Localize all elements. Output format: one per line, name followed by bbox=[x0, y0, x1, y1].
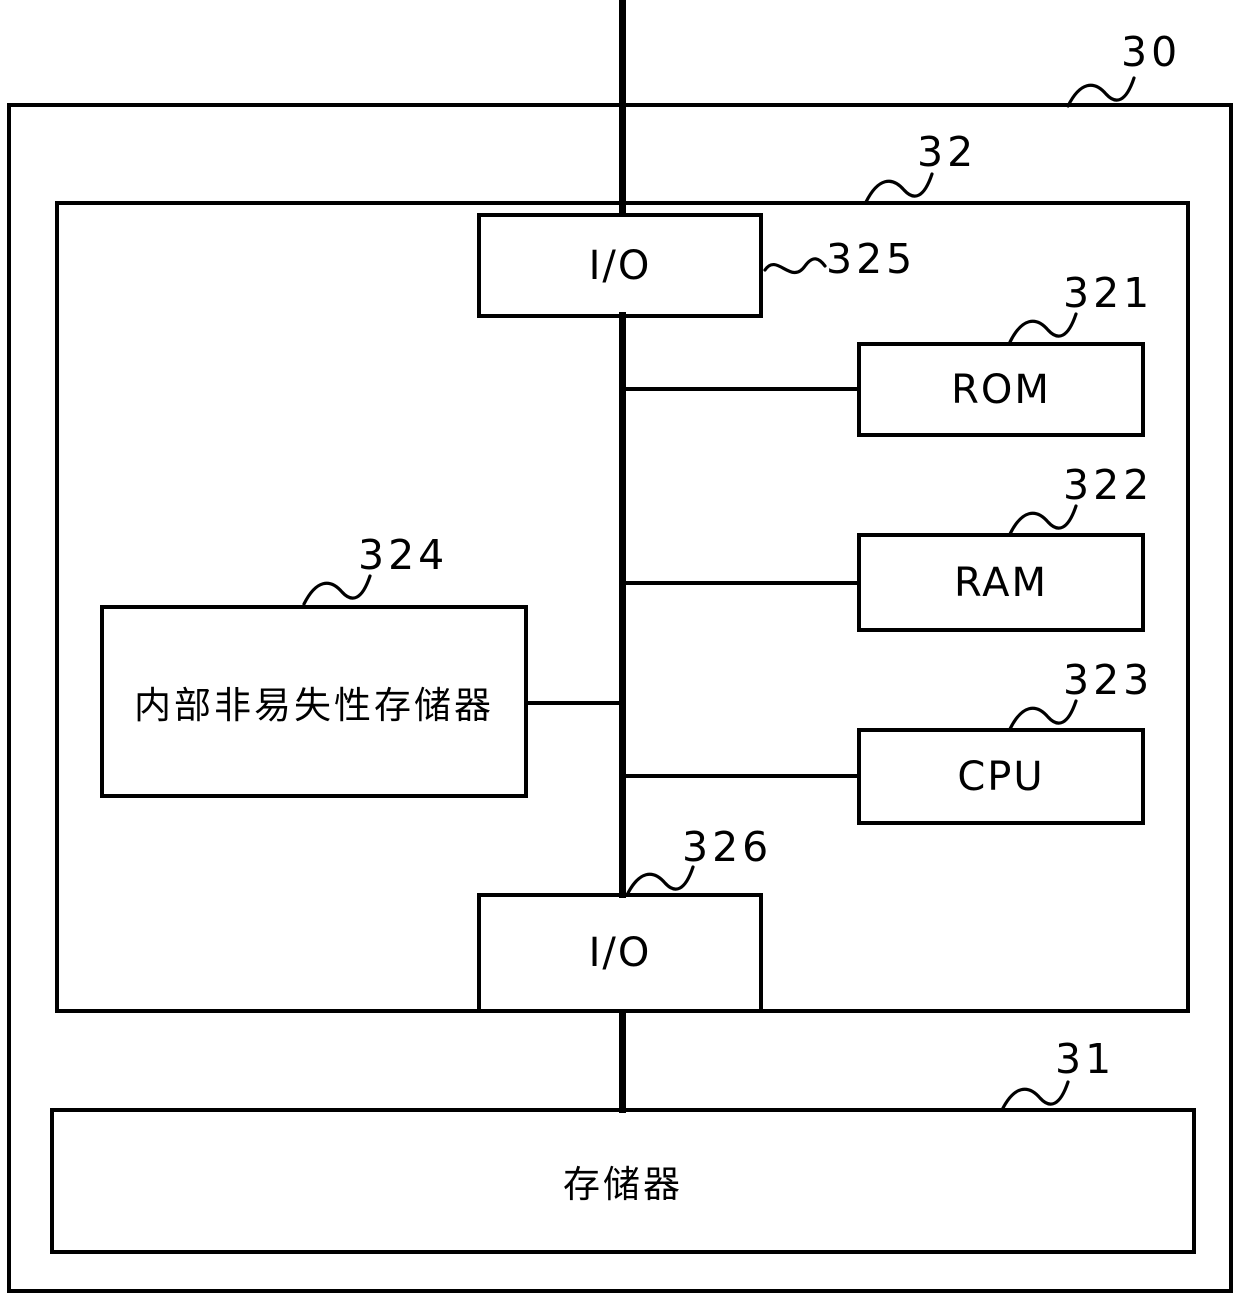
bus-stub-to-rom bbox=[619, 387, 861, 391]
bus-stub-to-cpu bbox=[619, 774, 861, 778]
leader-line-324 bbox=[302, 574, 372, 606]
leader-line-30 bbox=[1066, 76, 1136, 108]
bus-stub-to-nvm bbox=[524, 701, 624, 705]
io-top-block: I/O bbox=[477, 213, 763, 318]
ram-block: RAM bbox=[857, 533, 1145, 632]
ram-label: RAM bbox=[953, 559, 1049, 606]
io-bottom-label: I/O bbox=[588, 930, 652, 976]
memory-block: 存储器 bbox=[50, 1108, 1196, 1254]
io-bottom-block: I/O bbox=[477, 893, 763, 1013]
leader-line-322 bbox=[1008, 504, 1078, 536]
figure-canvas: 30 32 I/O 325 ROM 321 RAM 322 CPU 323 内部… bbox=[0, 0, 1240, 1307]
bus-stub-to-ram bbox=[619, 581, 861, 585]
rom-block: ROM bbox=[857, 342, 1145, 437]
leader-line-32 bbox=[864, 172, 934, 204]
internal-nonvolatile-memory-label: 内部非易失性存储器 bbox=[134, 683, 494, 727]
leader-line-326 bbox=[625, 865, 695, 897]
leader-line-325 bbox=[763, 257, 827, 274]
memory-bus-line bbox=[619, 1009, 626, 1113]
io-top-label: I/O bbox=[588, 242, 652, 289]
memory-label: 存储器 bbox=[563, 1163, 683, 1206]
cpu-label: CPU bbox=[957, 753, 1045, 800]
leader-line-31 bbox=[1000, 1080, 1070, 1112]
leader-line-323 bbox=[1008, 699, 1078, 731]
rom-label: ROM bbox=[951, 366, 1051, 413]
internal-bus-line bbox=[619, 312, 626, 898]
internal-nonvolatile-memory-block: 内部非易失性存储器 bbox=[100, 605, 528, 798]
leader-line-321 bbox=[1008, 312, 1078, 344]
cpu-block: CPU bbox=[857, 728, 1145, 825]
